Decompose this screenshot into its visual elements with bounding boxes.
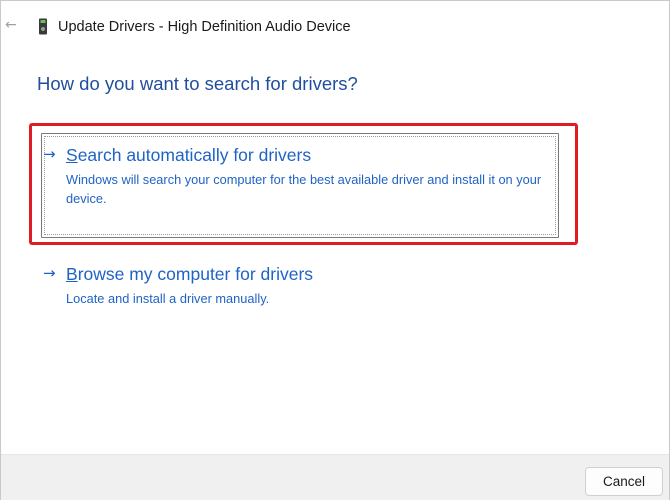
dialog-footer: Cancel xyxy=(1,454,669,500)
window-title: Update Drivers - High Definition Audio D… xyxy=(58,19,351,35)
title-bar: ← Update Drivers - High Definition Audio… xyxy=(1,1,669,53)
access-key-letter: B xyxy=(66,264,78,284)
option-title-browse-my-computer[interactable]: Browse my computer for drivers xyxy=(66,264,313,285)
arrow-right-icon: → xyxy=(43,264,56,282)
page-heading: How do you want to search for drivers? xyxy=(37,73,358,94)
back-arrow-icon[interactable]: ← xyxy=(5,17,17,33)
update-drivers-window: ← Update Drivers - High Definition Audio… xyxy=(0,0,670,500)
arrow-right-icon: → xyxy=(43,145,56,163)
search-automatically-option[interactable]: → Search automatically for drivers Windo… xyxy=(41,133,559,238)
option-title-rest: rowse my computer for drivers xyxy=(77,264,314,284)
option-title-rest: earch automatically for drivers xyxy=(77,145,312,165)
access-key-letter: S xyxy=(66,145,78,165)
option-title-search-automatically[interactable]: Search automatically for drivers xyxy=(66,145,311,166)
option-description-browse-my-computer: Locate and install a driver manually. xyxy=(66,291,270,306)
option-description-search-automatically: Windows will search your computer for th… xyxy=(66,172,542,206)
browse-my-computer-option[interactable]: → Browse my computer for drivers Locate … xyxy=(41,261,559,311)
cancel-button[interactable]: Cancel xyxy=(585,467,663,496)
audio-device-icon xyxy=(39,18,47,35)
